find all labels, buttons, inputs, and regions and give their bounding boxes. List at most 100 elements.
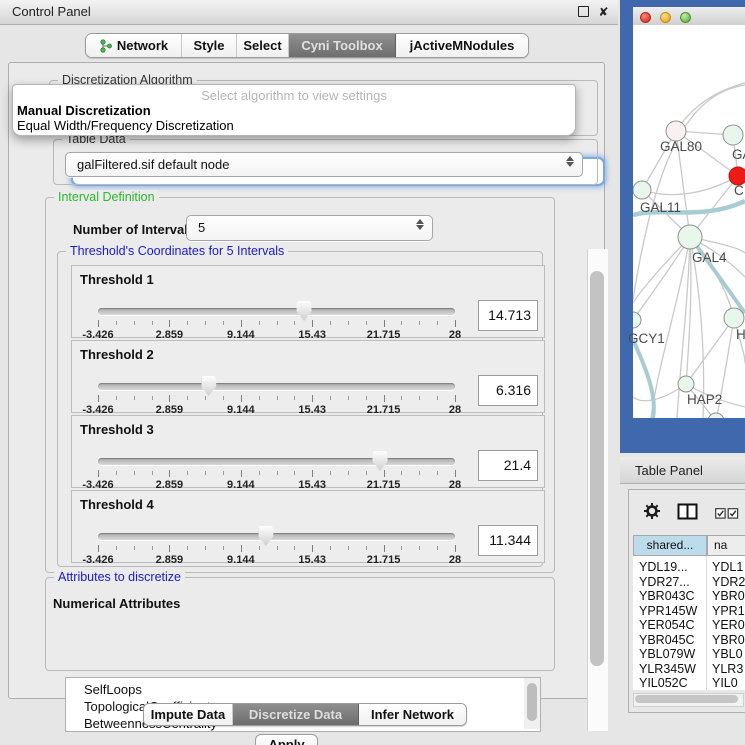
dropdown-option-equal-width-frequency[interactable]: Equal Width/Frequency Discretization bbox=[17, 118, 234, 133]
table-data-value: galFiltered.sif default node bbox=[77, 157, 229, 172]
attributes-list-scrollbar-thumb[interactable] bbox=[527, 683, 537, 721]
tab-network[interactable]: Network bbox=[86, 34, 182, 57]
tab-discretize-data-label: Discretize Data bbox=[249, 707, 342, 722]
table-row[interactable]: YBL079WYBL0 bbox=[633, 647, 745, 662]
table-row[interactable]: YER054CYER0 bbox=[633, 618, 745, 633]
algorithm-placeholder: Select algorithm to view settings bbox=[13, 88, 575, 103]
threshold-3-panel: Threshold 3 -3.426 2.859 9.144 15.43 21.… bbox=[71, 415, 545, 488]
tick-label: 2.859 bbox=[156, 554, 184, 566]
tab-infer-network[interactable]: Infer Network bbox=[359, 704, 466, 725]
close-icon[interactable]: ✘ bbox=[597, 6, 610, 19]
tab-impute-data[interactable]: Impute Data bbox=[144, 704, 233, 725]
column-header-shared[interactable]: shared... bbox=[633, 535, 707, 556]
tab-select-label: Select bbox=[243, 38, 281, 53]
node-label-partial-top-right: GA bbox=[732, 147, 745, 162]
slider-track[interactable] bbox=[98, 533, 455, 540]
slider-ticks bbox=[98, 545, 455, 553]
slider-track[interactable] bbox=[98, 308, 455, 315]
tick-label: 9.144 bbox=[227, 554, 255, 566]
node-label-gal11: GAL11 bbox=[640, 200, 681, 215]
node-partial-top-right[interactable] bbox=[723, 125, 743, 145]
number-of-intervals-combobox[interactable]: 5 bbox=[186, 215, 433, 241]
table-row[interactable]: YBR043CYBR0 bbox=[633, 589, 745, 604]
table-row[interactable]: YDL19...YDL1 bbox=[633, 560, 745, 575]
threshold-2-value-field[interactable]: 6.316 bbox=[478, 375, 538, 406]
node-label-partial-mid-right: C bbox=[734, 183, 744, 198]
table-panel-titlebar[interactable]: Table Panel bbox=[620, 457, 745, 484]
tab-infer-network-label: Infer Network bbox=[371, 707, 454, 722]
gear-icon[interactable] bbox=[643, 502, 661, 520]
tab-discretize-data[interactable]: Discretize Data bbox=[233, 704, 359, 725]
tab-impute-data-label: Impute Data bbox=[151, 707, 225, 722]
threshold-2-panel: Threshold 2 -3.426 2.859 9.144 15.43 21.… bbox=[71, 340, 545, 413]
threshold-1-value-field[interactable]: 14.713 bbox=[478, 300, 538, 331]
apply-button[interactable]: Apply bbox=[255, 734, 318, 745]
top-tab-bar: Network Style Select Cyni Toolbox jActiv… bbox=[85, 33, 529, 58]
table-row[interactable]: YPR145WYPR1 bbox=[633, 604, 745, 619]
node-label-hap2: HAP2 bbox=[687, 392, 722, 407]
interval-definition-title: Interval Definition bbox=[54, 190, 159, 204]
threshold-2-slider[interactable]: -3.426 2.859 9.144 15.43 21.715 28 bbox=[98, 341, 455, 412]
node-label-gal80: GAL80 bbox=[660, 139, 702, 154]
threshold-3-slider[interactable]: -3.426 2.859 9.144 15.43 21.715 28 bbox=[98, 416, 455, 487]
node-gal11[interactable] bbox=[633, 181, 651, 199]
table-data-combobox[interactable]: galFiltered.sif default node bbox=[65, 152, 583, 177]
table-hscrollbar-thumb[interactable] bbox=[635, 695, 738, 703]
slider-ticks bbox=[98, 320, 455, 328]
tab-cyni-toolbox[interactable]: Cyni Toolbox bbox=[289, 34, 396, 57]
spinner-arrows-icon bbox=[566, 156, 574, 167]
table-row[interactable]: YDR27...YDR2 bbox=[633, 575, 745, 590]
threshold-1-slider[interactable]: -3.426 2.859 9.144 15.43 21.715 28 bbox=[98, 266, 455, 337]
network-graph bbox=[633, 25, 745, 418]
table-row[interactable]: YLR345WYLR3 bbox=[633, 662, 745, 677]
node-gcy1[interactable] bbox=[633, 312, 641, 328]
slider-handle[interactable] bbox=[201, 376, 216, 396]
slider-track[interactable] bbox=[98, 458, 455, 465]
table-row[interactable]: YBR045CYBR0 bbox=[633, 633, 745, 648]
tab-select[interactable]: Select bbox=[237, 34, 289, 57]
network-canvas[interactable] bbox=[633, 25, 745, 418]
dropdown-option-manual-discretization[interactable]: Manual Discretization bbox=[17, 103, 151, 118]
node-hap2[interactable] bbox=[678, 376, 694, 392]
slider-handle[interactable] bbox=[258, 526, 273, 546]
tab-style-label: Style bbox=[193, 38, 224, 53]
slider-ticks bbox=[98, 470, 455, 478]
tab-cyni-toolbox-label: Cyni Toolbox bbox=[301, 38, 382, 53]
float-window-icon[interactable] bbox=[577, 6, 590, 19]
tab-jactivemnodules[interactable]: jActiveMNodules bbox=[396, 34, 528, 57]
bottom-tab-bar: Impute Data Discretize Data Infer Networ… bbox=[143, 703, 467, 726]
slider-handle[interactable] bbox=[297, 301, 312, 321]
number-of-intervals-value: 5 bbox=[198, 220, 205, 235]
list-item[interactable]: SelfLoops bbox=[84, 682, 142, 697]
threshold-4-slider[interactable]: -3.426 2.859 9.144 15.43 21.715 28 bbox=[98, 491, 455, 562]
threshold-4-value-field[interactable]: 11.344 bbox=[478, 525, 538, 556]
table-panel-title: Table Panel bbox=[635, 463, 703, 478]
minimize-traffic-light-icon[interactable] bbox=[660, 12, 671, 23]
column-layout-icon[interactable] bbox=[677, 503, 698, 520]
column-header-name[interactable]: na bbox=[707, 535, 745, 556]
table-panel-toolbar bbox=[628, 489, 745, 535]
threshold-1-panel: Threshold 1 -3.426 2.859 9.144 15.43 21.… bbox=[71, 265, 545, 338]
network-window-titlebar[interactable] bbox=[633, 7, 745, 26]
table-row[interactable]: YIL052CYIL0 bbox=[633, 676, 745, 691]
tick-label: 21.715 bbox=[367, 554, 401, 566]
slider-handle[interactable] bbox=[373, 451, 388, 471]
select-columns-checkboxes-icon[interactable] bbox=[715, 508, 739, 519]
tab-network-label: Network bbox=[117, 38, 168, 53]
node-label-gal4: GAL4 bbox=[692, 250, 727, 265]
node-gal80[interactable] bbox=[666, 121, 686, 141]
zoom-traffic-light-icon[interactable] bbox=[680, 12, 691, 23]
slider-ticks bbox=[98, 395, 455, 403]
node-partial-low-right[interactable] bbox=[724, 308, 744, 328]
numerical-attributes-label: Numerical Attributes bbox=[53, 596, 180, 611]
tab-style[interactable]: Style bbox=[182, 34, 237, 57]
panel-vscrollbar-thumb[interactable] bbox=[590, 271, 604, 666]
node-attribute-table[interactable]: shared... na YDL19...YDL1 YDR27...YDR2 Y… bbox=[633, 535, 745, 690]
attributes-group: Attributes to discretize bbox=[45, 577, 555, 671]
node-gal4[interactable] bbox=[678, 225, 702, 249]
close-traffic-light-icon[interactable] bbox=[640, 12, 651, 23]
tick-label: -3.426 bbox=[82, 554, 113, 566]
control-panel-titlebar[interactable]: Control Panel ✘ bbox=[0, 0, 618, 25]
threshold-3-value-field[interactable]: 21.4 bbox=[478, 450, 538, 481]
slider-track[interactable] bbox=[98, 383, 455, 390]
